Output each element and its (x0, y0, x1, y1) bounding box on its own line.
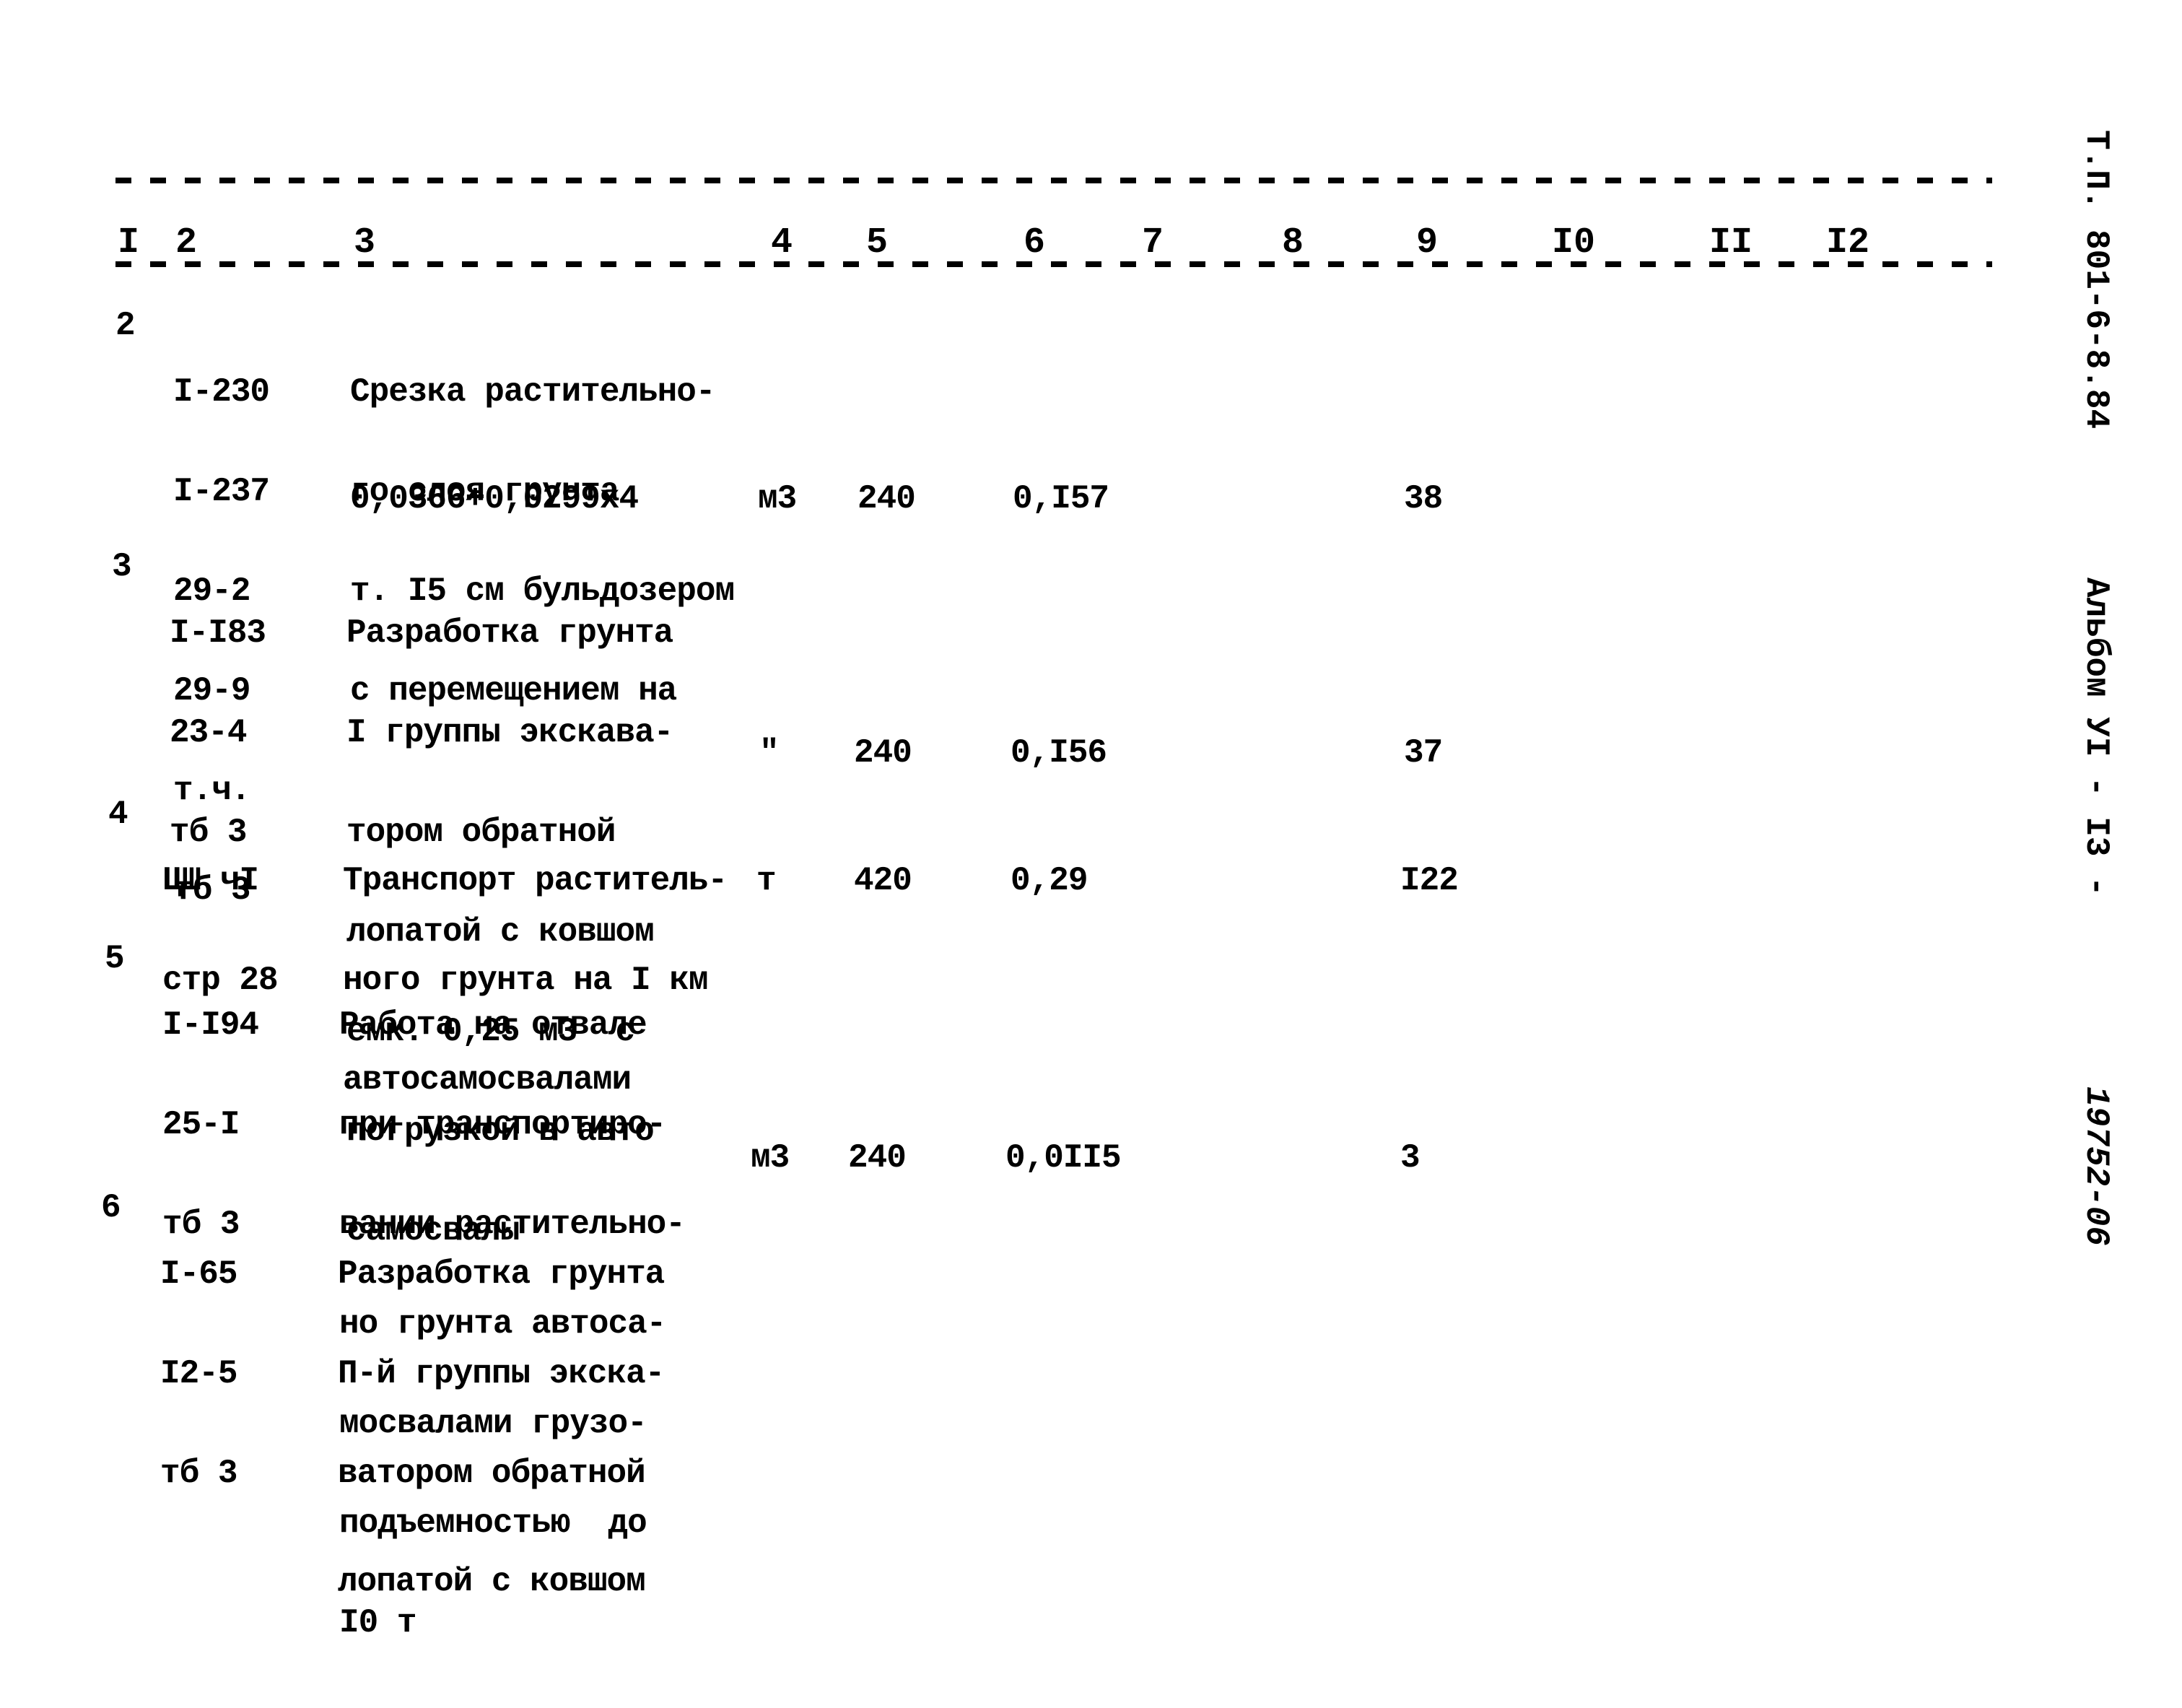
row-unit: м3 (758, 480, 797, 518)
row-references: I-65 I2-5 тб 3 (160, 1255, 237, 1492)
column-header: 5 (866, 222, 889, 263)
column-header: I (118, 222, 140, 263)
column-header: 6 (1024, 222, 1046, 263)
row-norm: 0,0II5 (1005, 1139, 1122, 1177)
row-number: 5 (105, 940, 125, 977)
row-total: I22 (1400, 862, 1459, 899)
row-unit: м3 (751, 1139, 790, 1177)
column-header: I0 (1552, 222, 1596, 263)
row-number: 6 (101, 1189, 121, 1226)
row-norm: 0,I56 (1011, 734, 1107, 772)
document-number-label: 19752-06 (2077, 1086, 2115, 1246)
row-total: 3 (1400, 1139, 1421, 1177)
row-unit: т (756, 862, 777, 899)
row-quantity: 420 (854, 862, 912, 899)
row-quantity: 240 (857, 480, 916, 518)
column-header: I2 (1826, 222, 1870, 263)
column-header: 3 (354, 222, 376, 263)
column-header: 2 (175, 222, 198, 263)
row-number: 3 (112, 548, 132, 585)
column-header: 9 (1416, 222, 1439, 263)
row-number: 4 (108, 796, 128, 833)
row-formula: 0,0366+0,0299х4 (350, 480, 639, 518)
row-quantity: 240 (848, 1139, 907, 1177)
column-header: II (1709, 222, 1753, 263)
album-page-label: Альбом УI - I3 - (2077, 578, 2115, 897)
top-dashed-rule (115, 178, 1992, 183)
row-quantity: 240 (854, 734, 912, 772)
column-header: 7 (1142, 222, 1164, 263)
row-norm: 0,I57 (1013, 480, 1109, 518)
column-header: 4 (771, 222, 793, 263)
row-description: Разработка грунта П-й группы экска- вато… (338, 1255, 665, 1600)
header-dashed-rule (115, 261, 1992, 267)
column-header: 8 (1282, 222, 1304, 263)
row-norm: 0,29 (1011, 862, 1088, 899)
project-code-label: Т.П. 801-6-8.84 (2077, 130, 2115, 430)
row-number: 2 (115, 307, 136, 344)
row-total: 37 (1404, 734, 1443, 772)
row-total: 38 (1404, 480, 1443, 518)
row-unit: " (759, 734, 780, 772)
